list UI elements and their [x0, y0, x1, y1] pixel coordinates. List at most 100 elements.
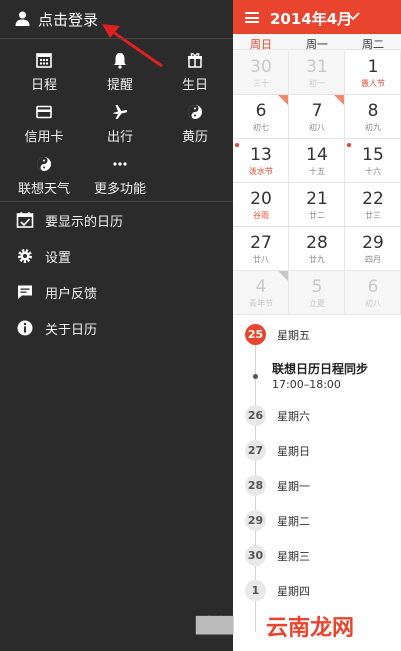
- chevron-down-icon[interactable]: [346, 11, 360, 21]
- agenda-event[interactable]: 联想日历日程同步 17:00–18:00: [233, 358, 401, 398]
- gear-icon: [18, 249, 32, 263]
- watermark-text: 云南龙网: [266, 616, 355, 641]
- calendar-day-cell[interactable]: 4 青年节: [233, 271, 289, 315]
- calendar-grid-icon: [36, 53, 52, 68]
- feature-travel[interactable]: 出行: [82, 102, 158, 150]
- feature-schedule[interactable]: 日程: [6, 50, 82, 98]
- day-number-badge: 28: [245, 475, 266, 496]
- feature-more[interactable]: 更多功能: [82, 154, 158, 202]
- bell-icon: [114, 53, 126, 69]
- calendar-day-cell[interactable]: 8 初九: [345, 95, 401, 139]
- event-time: 17:00–18:00: [272, 378, 341, 391]
- weekday-name: 星期二: [277, 515, 310, 528]
- day-number-badge: 25: [245, 324, 266, 345]
- weekday-name: 星期三: [277, 550, 310, 563]
- weekday-name: 星期四: [277, 585, 310, 598]
- feature-label: 出行: [106, 130, 133, 145]
- agenda-day[interactable]: 1 星期四: [233, 580, 401, 602]
- event-corner-marker: [278, 271, 288, 281]
- yin-yang-icon: [188, 105, 202, 119]
- day-number: 27: [250, 233, 272, 253]
- calendar-day-cell[interactable]: 5 立夏: [289, 271, 345, 315]
- lunar-label: 初七: [253, 123, 269, 132]
- event-title: 联想日历日程同步: [272, 362, 369, 376]
- calendar-day-cell[interactable]: 30 三十: [233, 51, 289, 95]
- day-number: 21: [306, 189, 328, 209]
- feature-label: 日程: [30, 78, 57, 93]
- agenda-day[interactable]: 30 星期三: [233, 545, 401, 567]
- feature-reminder[interactable]: 提醒: [82, 50, 158, 98]
- menu-label: 关于日历: [45, 323, 98, 338]
- calendar-day-cell[interactable]: 13 泼水节: [233, 139, 289, 183]
- calendar-day-cell[interactable]: 22 廿三: [345, 183, 401, 227]
- lunar-label: 初八: [309, 123, 325, 132]
- feature-weather[interactable]: 联想天气: [6, 154, 82, 202]
- lunar-label: 谷雨: [253, 211, 269, 220]
- lunar-label: 立夏: [309, 299, 325, 308]
- day-number-badge: 27: [245, 440, 266, 461]
- menu-item-about[interactable]: 关于日历: [0, 310, 233, 346]
- calendar-day-cell[interactable]: 1 愚人节: [345, 51, 401, 95]
- event-corner-marker: [334, 95, 344, 105]
- calendar-day-cell[interactable]: 20 谷雨: [233, 183, 289, 227]
- feature-label: 联想天气: [17, 182, 70, 197]
- menu-label: 要显示的日历: [45, 215, 124, 230]
- navigation-drawer: 点击登录 日程 提醒 生日 信用卡 出行 黄历 联想天气 更多功能 要显示的日历…: [0, 0, 233, 651]
- lunar-label: 青年节: [249, 299, 273, 308]
- yin-yang-icon: [37, 157, 51, 171]
- day-number: 31: [306, 57, 328, 77]
- day-number: 28: [306, 233, 328, 253]
- calendar-day-cell[interactable]: 21 廿二: [289, 183, 345, 227]
- feature-label: 更多功能: [93, 182, 146, 197]
- day-number-badge: 1: [245, 580, 266, 601]
- divider: [0, 38, 233, 39]
- weekday-label: 周一: [306, 38, 328, 51]
- weekday-header: 周日 周一 周二: [233, 34, 401, 51]
- gift-icon: [188, 53, 202, 68]
- calendar-day-cell[interactable]: 27 廿八: [233, 227, 289, 271]
- feature-label: 黄历: [181, 130, 208, 145]
- feature-credit-card[interactable]: 信用卡: [6, 102, 82, 150]
- calendar-day-cell[interactable]: 14 十五: [289, 139, 345, 183]
- menu-item-feedback[interactable]: 用户反馈: [0, 274, 233, 310]
- calendar-day-cell[interactable]: 31 初一: [289, 51, 345, 95]
- user-icon: [15, 11, 30, 26]
- calendar-panel: 2014年4月 周日 周一 周二 30 三十 31 初一 1 愚人节 6 初七 7 初八 8 初九 13…: [233, 0, 401, 651]
- month-title[interactable]: 2014年4月: [270, 8, 352, 29]
- agenda-day[interactable]: 27 星期日: [233, 440, 401, 462]
- day-number: 6: [367, 277, 379, 297]
- lunar-label: 初八: [365, 299, 381, 308]
- feature-birthday[interactable]: 生日: [157, 50, 233, 98]
- calendar-day-cell[interactable]: 6 初八: [345, 271, 401, 315]
- lunar-label: 泼水节: [249, 167, 273, 176]
- menu-icon[interactable]: [245, 12, 259, 23]
- calendar-day-cell[interactable]: 28 廿九: [289, 227, 345, 271]
- info-icon: [17, 320, 33, 336]
- feature-almanac[interactable]: 黄历: [157, 102, 233, 150]
- calendar-day-cell[interactable]: 6 初七: [233, 95, 289, 139]
- weekday-name: 星期六: [277, 410, 310, 423]
- weekday-name: 星期日: [277, 445, 310, 458]
- calendar-day-cell[interactable]: 15 十六: [345, 139, 401, 183]
- day-number-badge: 26: [245, 405, 266, 426]
- calendar-day-cell[interactable]: 7 初八: [289, 95, 345, 139]
- day-number-badge: 30: [245, 545, 266, 566]
- agenda-day[interactable]: 26 星期六: [233, 405, 401, 427]
- credit-card-icon: [36, 105, 52, 119]
- menu-label: 设置: [45, 251, 72, 266]
- day-number: 13: [250, 145, 272, 165]
- agenda-day-today[interactable]: 25 星期五: [233, 324, 401, 346]
- calendar-day-cell[interactable]: 29 四月: [345, 227, 401, 271]
- menu-item-visible-calendars[interactable]: 要显示的日历: [0, 202, 233, 238]
- lunar-label: 廿三: [365, 211, 381, 220]
- day-number: 30: [250, 57, 272, 77]
- calendar-header: 2014年4月: [233, 0, 401, 34]
- event-dot: [347, 143, 351, 147]
- weekday-label: 周日: [250, 38, 272, 51]
- agenda-day[interactable]: 28 星期一: [233, 475, 401, 497]
- agenda-day[interactable]: 29 星期二: [233, 510, 401, 532]
- agenda-list: 25 星期五 联想日历日程同步 17:00–18:00 26 星期六 27 星期…: [233, 318, 401, 651]
- menu-item-settings[interactable]: 设置: [0, 238, 233, 274]
- feature-label: 信用卡: [24, 130, 64, 145]
- lunar-label: 初一: [309, 79, 325, 88]
